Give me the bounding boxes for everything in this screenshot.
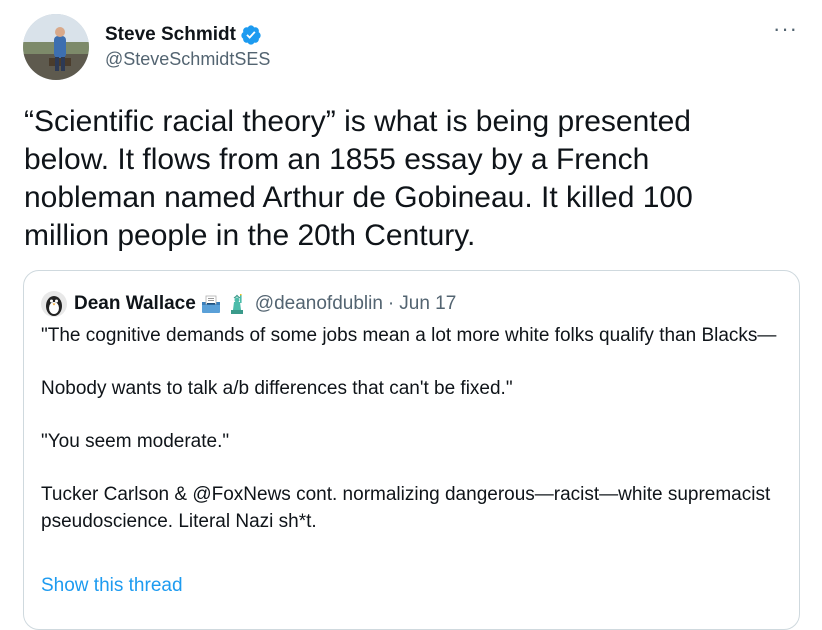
quoted-tweet[interactable]: Dean Wallace @deanofdublin · Jun 17 "The… <box>23 270 800 630</box>
tweet-text: “Scientific racial theory” is what is be… <box>24 105 693 252</box>
avatar[interactable] <box>23 14 89 80</box>
quoted-date[interactable]: Jun 17 <box>399 292 456 316</box>
separator: · <box>387 293 395 314</box>
quoted-author-name[interactable]: Dean Wallace <box>74 292 196 316</box>
quoted-author-handle[interactable]: @deanofdublin <box>255 292 383 316</box>
author-handle[interactable]: @SteveSchmidtSES <box>105 47 270 71</box>
tweet-header: Steve Schmidt @SteveSchmidtSES <box>23 14 270 80</box>
quoted-paragraph: "You seem moderate." <box>41 431 230 452</box>
quoted-paragraph: Nobody wants to talk a/b differences tha… <box>41 378 513 399</box>
quoted-avatar[interactable] <box>41 291 67 317</box>
author-names: Steve Schmidt @SteveSchmidtSES <box>105 23 270 71</box>
ballot-box-emoji-icon <box>201 295 220 313</box>
verified-badge-icon <box>241 25 261 45</box>
more-options-icon[interactable]: ··· <box>773 18 798 40</box>
tweet: Steve Schmidt @SteveSchmidtSES ··· “Scie… <box>0 0 822 630</box>
show-thread-link[interactable]: Show this thread <box>41 572 183 599</box>
quoted-paragraph: Tucker Carlson & @FoxNews cont. normaliz… <box>41 484 771 532</box>
quoted-tweet-header: Dean Wallace @deanofdublin · Jun 17 <box>41 291 456 317</box>
author-name-row: Steve Schmidt <box>105 23 270 47</box>
quoted-paragraph: "The cognitive demands of some jobs mean… <box>41 325 777 346</box>
statue-of-liberty-icon <box>230 294 243 314</box>
author-name[interactable]: Steve Schmidt <box>105 23 236 47</box>
quoted-tweet-body: "The cognitive demands of some jobs mean… <box>41 322 781 535</box>
